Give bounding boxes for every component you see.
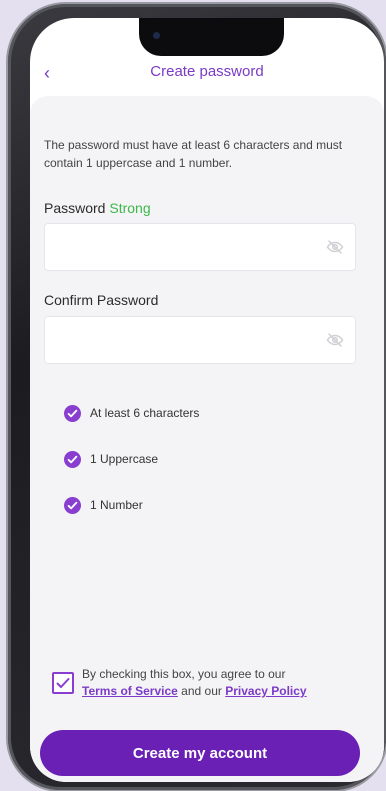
- camera-notch: [139, 18, 284, 56]
- password-label: Password Strong: [44, 200, 151, 216]
- form-content: The password must have at least 6 charac…: [30, 96, 384, 782]
- requirement-label: 1 Number: [90, 498, 143, 512]
- privacy-policy-link[interactable]: Privacy Policy: [225, 684, 306, 698]
- check-circle-icon: [64, 496, 81, 514]
- password-rules-text: The password must have at least 6 charac…: [44, 138, 343, 170]
- checkmark-icon: [56, 678, 70, 688]
- password-field[interactable]: [44, 223, 356, 271]
- requirement-number: 1 Number: [64, 496, 143, 514]
- password-strength: Strong: [109, 200, 151, 216]
- requirement-label: 1 Uppercase: [90, 452, 159, 466]
- phone-frame: ‹ Create password The password must have…: [8, 4, 386, 790]
- requirement-label: At least 6 characters: [90, 406, 200, 420]
- eye-off-icon[interactable]: [325, 331, 345, 349]
- terms-prefix: By checking this box, you agree to our: [82, 667, 286, 681]
- terms-checkbox[interactable]: [52, 672, 74, 694]
- page-title: Create password: [150, 63, 264, 80]
- confirm-password-label: Confirm Password: [44, 292, 159, 308]
- terms-middle: and our: [181, 684, 222, 698]
- requirement-uppercase: 1 Uppercase: [64, 450, 158, 468]
- create-account-button[interactable]: Create my account: [40, 730, 360, 776]
- password-label-text: Password: [44, 200, 106, 216]
- terms-of-service-link[interactable]: Terms of Service: [82, 684, 178, 698]
- camera-icon: [153, 32, 160, 39]
- check-circle-icon: [64, 404, 81, 422]
- requirement-min-length: At least 6 characters: [64, 404, 199, 422]
- confirm-password-field[interactable]: [44, 316, 356, 364]
- check-circle-icon: [64, 450, 81, 468]
- screen: ‹ Create password The password must have…: [30, 18, 384, 782]
- header: ‹ Create password: [30, 60, 384, 86]
- terms-text: By checking this box, you agree to our T…: [82, 666, 367, 700]
- eye-off-icon[interactable]: [325, 238, 345, 256]
